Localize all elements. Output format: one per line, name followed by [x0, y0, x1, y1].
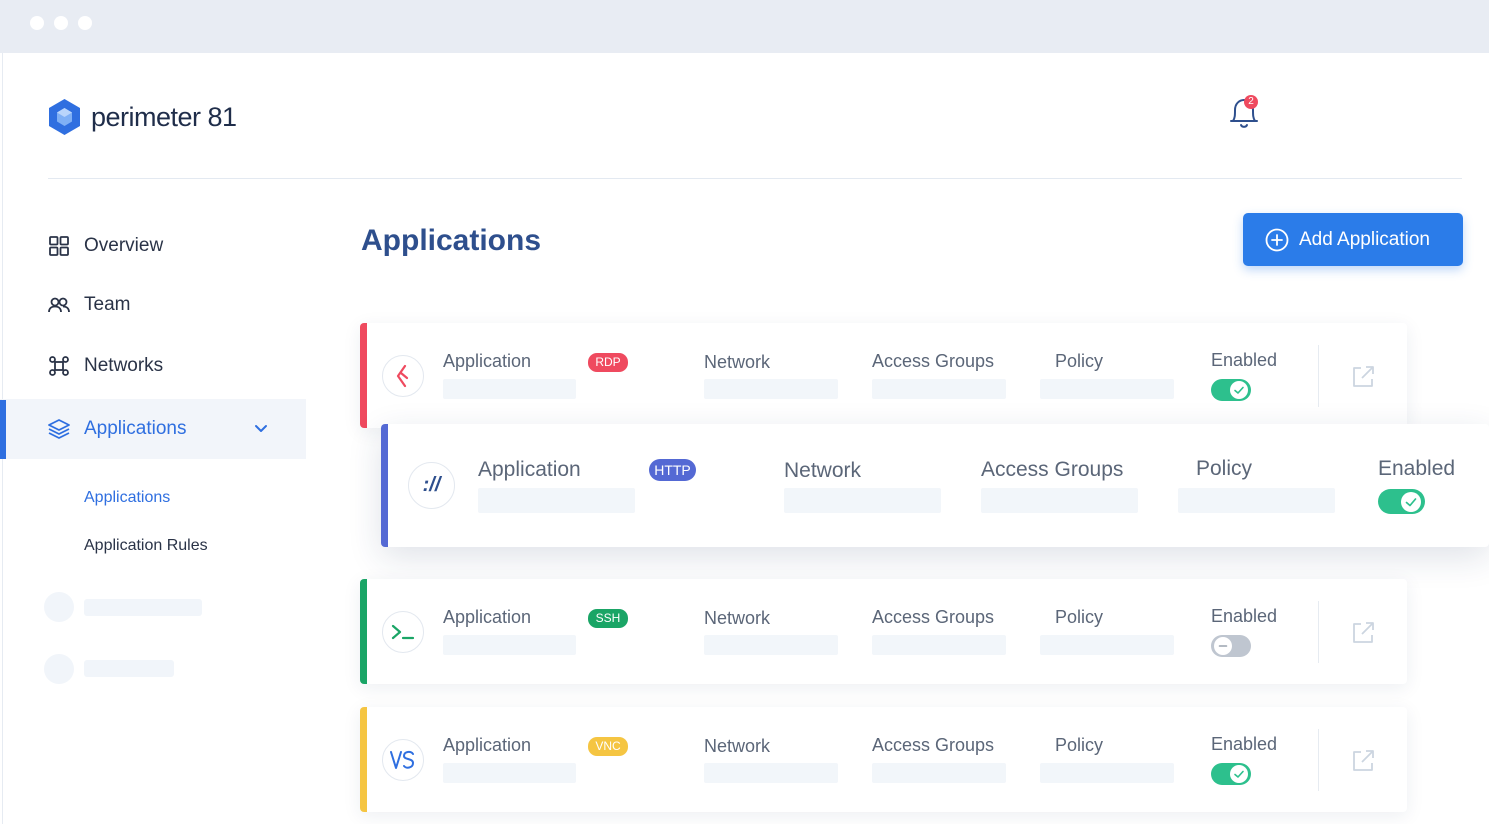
column-label-enabled: Enabled: [1211, 734, 1278, 754]
network-icon: [48, 355, 70, 377]
type-badge-ssh: SSH: [588, 609, 628, 628]
placeholder-bar: [84, 660, 174, 677]
layers-icon: [48, 418, 70, 440]
column-label-policy: Policy: [1055, 735, 1104, 755]
placeholder-circle: [44, 592, 74, 622]
column-label-network: Network: [704, 736, 771, 756]
column-label-access-groups: Access Groups: [872, 607, 995, 627]
column-label-enabled: Enabled: [1211, 350, 1278, 370]
add-application-label: Add Application: [1299, 228, 1430, 250]
placeholder-circle: [44, 654, 74, 684]
column-label-application: Application: [443, 607, 532, 627]
card-accent-bar: [360, 579, 367, 684]
header-divider: [48, 178, 1462, 179]
http-icon-glyph: ://: [422, 474, 441, 496]
value-placeholder: [443, 763, 576, 783]
column-divider: [1318, 729, 1319, 791]
placeholder-bar: [84, 599, 202, 616]
add-application-button[interactable]: Add Application: [1243, 213, 1463, 266]
column-label-application: Application: [478, 458, 581, 481]
users-icon: [48, 294, 70, 316]
type-badge-vnc: VNC: [588, 737, 628, 756]
subnav-applications[interactable]: Applications: [84, 489, 170, 507]
value-placeholder: [872, 763, 1006, 783]
card-accent-bar: [360, 707, 367, 812]
sidebar-item-overview[interactable]: Overview: [0, 217, 306, 275]
sidebar-item-team[interactable]: Team: [0, 276, 306, 334]
column-label-enabled: Enabled: [1211, 606, 1278, 626]
window-maximize-dot[interactable]: [78, 16, 92, 30]
column-label-application: Application: [443, 351, 532, 371]
sidebar-item-label: Applications: [84, 418, 187, 439]
vnc-icon: [382, 739, 424, 781]
enabled-toggle[interactable]: [1211, 763, 1251, 785]
external-link-icon[interactable]: [1349, 747, 1377, 775]
plus-circle-icon: [1265, 228, 1289, 251]
disabled-toggle[interactable]: [1211, 635, 1251, 657]
application-card-ssh[interactable]: Application SSH Network Access Groups Po…: [360, 579, 1407, 684]
cube-logo-icon: [49, 99, 80, 135]
toggle-knob: [1214, 637, 1232, 655]
external-link-icon[interactable]: [1349, 363, 1377, 391]
value-placeholder: [443, 379, 576, 399]
column-divider: [1318, 345, 1319, 407]
sidebar-item-label: Team: [84, 294, 131, 315]
chevron-down-icon[interactable]: [252, 420, 270, 438]
enabled-toggle[interactable]: [1211, 379, 1251, 401]
value-placeholder: [981, 488, 1138, 513]
column-label-policy: Policy: [1055, 607, 1104, 627]
toggle-knob: [1230, 381, 1248, 399]
column-divider: [1318, 601, 1319, 663]
http-icon: ://: [408, 462, 455, 509]
column-label-network: Network: [704, 352, 771, 372]
toggle-knob: [1401, 491, 1421, 512]
value-placeholder: [784, 488, 941, 513]
sidebar-item-networks[interactable]: Networks: [0, 337, 306, 395]
column-label-network: Network: [704, 608, 771, 628]
subnav-application-rules[interactable]: Application Rules: [84, 537, 208, 555]
external-link-icon[interactable]: [1349, 619, 1377, 647]
type-badge-rdp: RDP: [588, 353, 628, 372]
column-label-policy: Policy: [1055, 351, 1104, 371]
window-titlebar: [0, 0, 1489, 53]
value-placeholder: [1178, 488, 1335, 513]
enabled-toggle[interactable]: [1378, 489, 1425, 514]
value-placeholder: [872, 379, 1006, 399]
application-card-rdp[interactable]: Application RDP Network Access Groups Po…: [360, 323, 1407, 428]
window-close-dot[interactable]: [30, 16, 44, 30]
terminal-icon: [382, 611, 424, 653]
column-label-application: Application: [443, 735, 532, 755]
toggle-knob: [1230, 765, 1248, 783]
value-placeholder: [704, 379, 838, 399]
column-label-policy: Policy: [1196, 457, 1253, 480]
application-card-vnc[interactable]: Application VNC Network Access Groups Po…: [360, 707, 1407, 812]
card-accent-bar: [381, 424, 388, 547]
window-minimize-dot[interactable]: [54, 16, 68, 30]
column-label-network: Network: [784, 459, 862, 482]
value-placeholder: [443, 635, 576, 655]
value-placeholder: [1040, 763, 1174, 783]
column-label-enabled: Enabled: [1378, 457, 1456, 480]
column-label-access-groups: Access Groups: [981, 458, 1124, 481]
column-label-access-groups: Access Groups: [872, 351, 995, 371]
value-placeholder: [478, 488, 635, 513]
type-badge-http: HTTP: [649, 459, 696, 481]
active-indicator: [0, 400, 6, 459]
column-label-access-groups: Access Groups: [872, 735, 995, 755]
value-placeholder: [1040, 635, 1174, 655]
rdp-icon: [382, 355, 424, 397]
application-card-http[interactable]: :// Application HTTP Network Access Grou…: [381, 424, 1489, 547]
card-accent-bar: [360, 323, 367, 428]
sidebar-item-label: Networks: [84, 355, 164, 376]
sidebar-item-label: Overview: [84, 235, 164, 256]
logo-text: perimeter 81: [91, 101, 237, 132]
notification-count-badge: 2: [1244, 95, 1258, 109]
grid-icon: [48, 235, 70, 257]
value-placeholder: [704, 763, 838, 783]
value-placeholder: [872, 635, 1006, 655]
page-title: Applications: [361, 224, 542, 257]
value-placeholder: [704, 635, 838, 655]
brand-logo[interactable]: perimeter 81: [48, 98, 237, 136]
value-placeholder: [1040, 379, 1174, 399]
